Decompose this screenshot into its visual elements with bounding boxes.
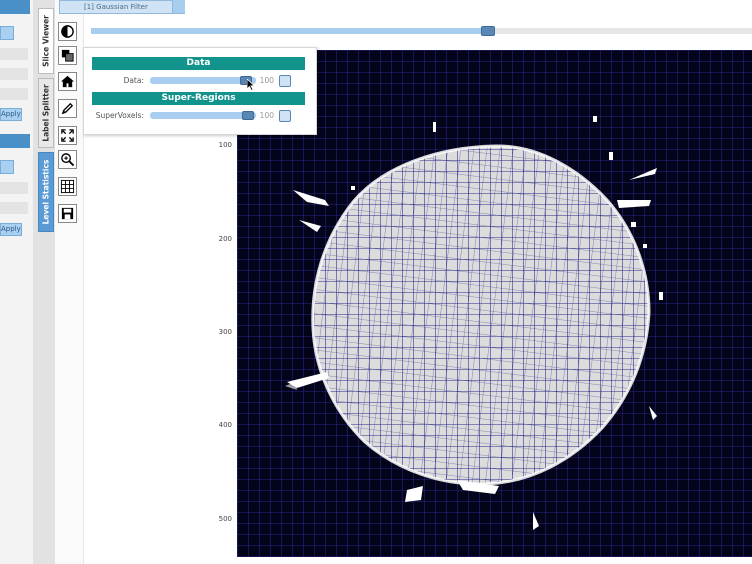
panel-field[interactable] (0, 160, 14, 174)
home-icon[interactable] (58, 72, 77, 91)
y-tick-label: 500 (218, 515, 232, 523)
supervoxels-opacity-thumb[interactable] (242, 111, 254, 120)
y-tick-label: 400 (218, 421, 232, 429)
supervoxels-visibility-toggle[interactable] (279, 110, 291, 122)
y-tick-label: 300 (218, 328, 232, 336)
panel-row (0, 182, 28, 194)
left-panel: Apply Apply (0, 0, 33, 564)
panel-row (0, 48, 28, 60)
tab-slice-viewer[interactable]: Slice Viewer (38, 8, 54, 74)
y-tick-label: 200 (218, 235, 232, 243)
section-header-data: Data (92, 57, 305, 70)
filter-tab[interactable]: [1] Gaussian Filter (59, 0, 185, 14)
y-tick-label: 100 (218, 141, 232, 149)
panel-row (0, 88, 28, 100)
data-visibility-toggle[interactable] (279, 75, 291, 87)
tab-label-splitter[interactable]: Label Splitter (38, 78, 54, 148)
tab-level-statistics[interactable]: Level Statistics (38, 152, 54, 232)
panel-header-bar (0, 0, 30, 14)
fit-view-icon[interactable] (58, 126, 77, 145)
apply-button[interactable]: Apply (0, 223, 22, 236)
panel-header-bar (0, 134, 30, 148)
tool-column (55, 0, 84, 564)
layers-icon[interactable] (58, 46, 77, 65)
pencil-icon[interactable] (58, 99, 77, 118)
slice-slider-thumb[interactable] (481, 26, 495, 36)
panel-field[interactable] (0, 26, 14, 40)
data-opacity-value: 100 (259, 76, 274, 85)
zoom-icon[interactable] (58, 150, 77, 169)
panel-row (0, 202, 28, 214)
section-header-super-regions: Super-Regions (92, 92, 305, 105)
contrast-icon[interactable] (58, 22, 77, 41)
layer-options-popup: Data Data: 100 Super-Regions SuperVoxels… (83, 47, 317, 135)
filter-tab-button[interactable] (172, 0, 185, 13)
slice-slider-fill (91, 28, 488, 34)
supervoxels-opacity-slider[interactable] (150, 112, 256, 119)
grid-icon[interactable] (58, 177, 77, 196)
supervoxels-opacity-value: 100 (259, 111, 274, 120)
save-icon[interactable] (58, 204, 77, 223)
supervoxels-opacity-label: SuperVoxels: (95, 111, 144, 120)
panel-row (0, 68, 28, 80)
mouse-cursor-icon (247, 79, 255, 91)
apply-button[interactable]: Apply (0, 108, 22, 121)
data-opacity-label: Data: (123, 76, 144, 85)
